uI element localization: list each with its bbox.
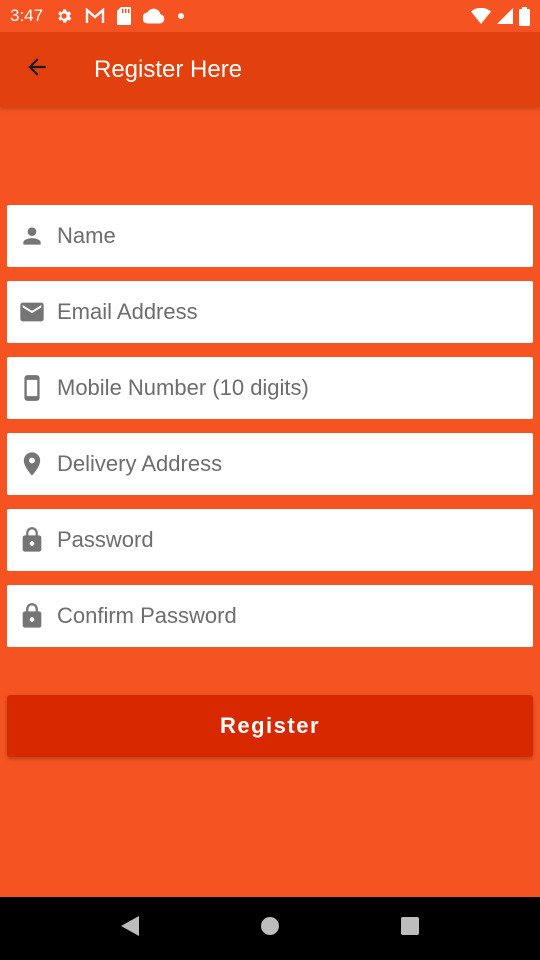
mobile-placeholder: Mobile Number (10 digits) (57, 375, 309, 400)
email-field[interactable]: Email Address (7, 281, 533, 343)
nav-home-button[interactable] (240, 899, 300, 959)
wifi-icon (471, 8, 491, 24)
mobile-field[interactable]: Mobile Number (10 digits) (7, 357, 533, 419)
delivery-address-placeholder: Delivery Address (57, 451, 223, 476)
status-time: 3:47 (10, 6, 44, 25)
email-placeholder: Email Address (57, 299, 198, 324)
arrow-back-icon (24, 54, 50, 85)
signal-icon (497, 8, 513, 24)
name-field[interactable]: Name (7, 205, 533, 267)
password-placeholder: Password (57, 527, 154, 552)
lock-icon (7, 526, 57, 554)
circle-home-icon (259, 915, 281, 942)
status-bar: 3:47 (0, 0, 540, 32)
registration-form: Name Email Address Mobile Number (10 dig… (7, 205, 533, 661)
system-nav-bar (0, 897, 540, 960)
location-icon (7, 450, 57, 478)
nav-recents-button[interactable] (380, 899, 440, 959)
nav-back-button[interactable] (100, 899, 160, 959)
back-button[interactable] (0, 32, 74, 107)
battery-icon (519, 6, 530, 26)
lock-icon (7, 602, 57, 630)
gear-icon (55, 7, 73, 25)
dot-icon (177, 12, 185, 20)
phone-icon (7, 374, 57, 402)
app-bar: Register Here (0, 32, 540, 107)
delivery-address-field[interactable]: Delivery Address (7, 433, 533, 495)
password-field[interactable]: Password (7, 509, 533, 571)
triangle-back-icon (119, 915, 141, 942)
register-button[interactable]: Register (7, 695, 533, 757)
gmail-icon (85, 8, 105, 24)
name-placeholder: Name (57, 223, 116, 248)
sd-card-icon (117, 7, 132, 25)
person-icon (7, 223, 57, 249)
confirm-password-field[interactable]: Confirm Password (7, 585, 533, 647)
confirm-password-placeholder: Confirm Password (57, 603, 237, 628)
page-title: Register Here (94, 55, 243, 83)
email-icon (7, 298, 57, 326)
square-recents-icon (400, 916, 420, 941)
cloud-icon (143, 8, 165, 24)
